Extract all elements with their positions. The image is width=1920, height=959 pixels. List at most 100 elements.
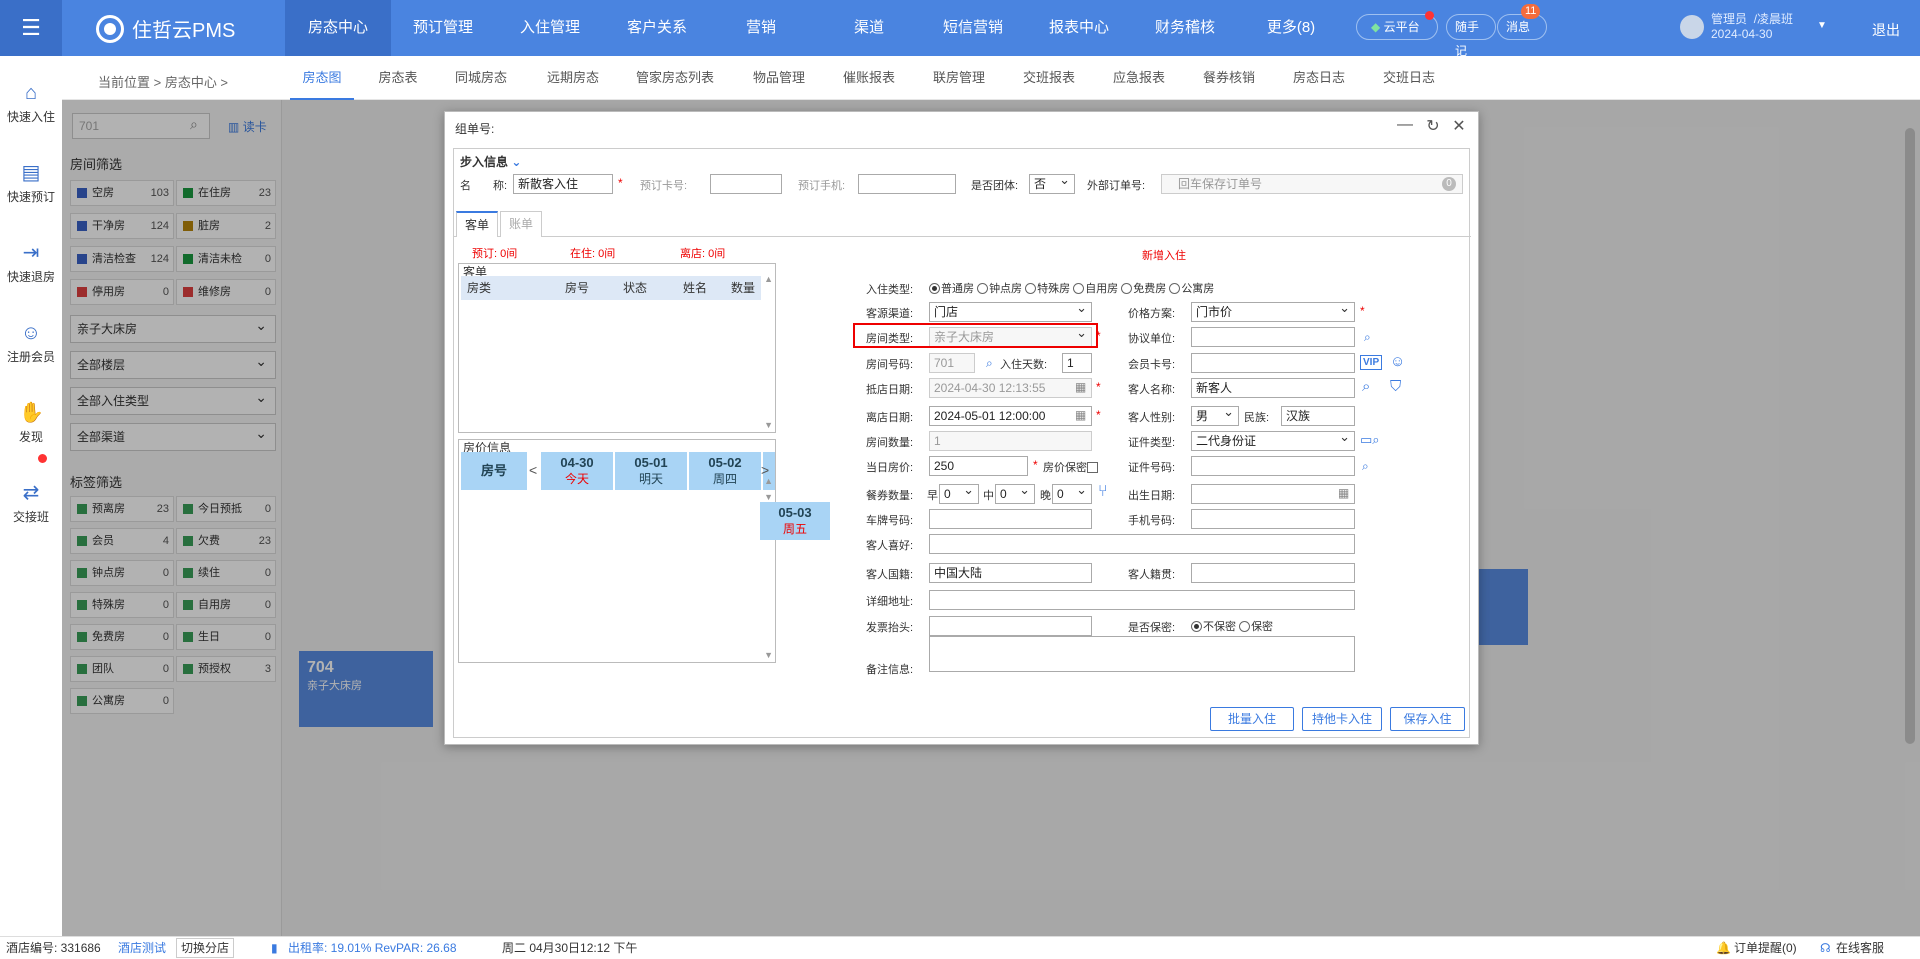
ext-order-input[interactable]: 回车保存订单号 [1161, 174, 1463, 194]
id-scan-icon[interactable]: ▭⌕ [1360, 432, 1380, 448]
avatar[interactable] [1680, 15, 1704, 39]
calendar-icon[interactable]: ▦ [1338, 486, 1349, 500]
room-count-input[interactable]: 1 [929, 431, 1092, 451]
id-no-input[interactable] [1191, 456, 1355, 476]
radio-apartment[interactable]: 公寓房 [1169, 283, 1214, 295]
name-input[interactable]: 新散客入住 [513, 174, 613, 194]
tab-city-rooms[interactable]: 同城房态 [446, 56, 516, 100]
nav-more[interactable]: 更多(8) [1246, 0, 1336, 56]
price-input[interactable]: 250 [929, 456, 1028, 476]
agreement-input[interactable] [1191, 327, 1355, 347]
tab-room-map[interactable]: 房态图 [290, 56, 354, 100]
radio-not-secret[interactable]: 不保密 [1191, 621, 1236, 633]
radio-normal[interactable]: 普通房 [929, 283, 974, 295]
phone-input[interactable] [858, 174, 956, 194]
tab-guest-bill[interactable]: 客单 [456, 211, 499, 237]
native-input[interactable] [1191, 563, 1355, 583]
menu-toggle-icon[interactable]: ☰ [0, 0, 62, 56]
order-alert-link[interactable]: 订单提醒(0) [1734, 937, 1797, 959]
price-plan-select[interactable]: 门市价 [1191, 302, 1355, 322]
arrive-date-input[interactable]: 2024-04-30 12:13:55 [929, 378, 1092, 398]
tab-account-bill[interactable]: 账单 [500, 211, 543, 237]
calendar-icon[interactable]: ▦ [1075, 408, 1086, 422]
nav-sms[interactable]: 短信营销 [928, 0, 1018, 56]
chevron-down-icon[interactable]: ⌄ [511, 155, 521, 169]
scroll-down-icon[interactable]: ▼ [764, 492, 773, 502]
search-icon[interactable]: ⌕ [1362, 378, 1370, 395]
vip-icon[interactable]: VIP [1360, 355, 1383, 370]
tab-emergency-report[interactable]: 应急报表 [1104, 56, 1174, 100]
tab-shift-log[interactable]: 交班日志 [1374, 56, 1444, 100]
breakfast-select[interactable]: 0 [939, 484, 979, 504]
plate-input[interactable] [929, 509, 1092, 529]
minimize-icon[interactable]: — [1395, 116, 1415, 134]
scroll-down-icon[interactable]: ▼ [764, 650, 773, 660]
sidebar-shift-handover[interactable]: ⇄ 交接班 [0, 482, 62, 525]
chevron-down-icon[interactable]: ▼ [1817, 20, 1827, 31]
search-icon[interactable]: ⌕ [1362, 459, 1369, 474]
radio-self-use[interactable]: 自用房 [1073, 283, 1118, 295]
lunch-select[interactable]: 0 [995, 484, 1035, 504]
scroll-up-icon[interactable]: ▲ [764, 476, 773, 486]
nav-finance[interactable]: 财务稽核 [1140, 0, 1230, 56]
price-secret-checkbox[interactable]: 房价保密 [1043, 459, 1098, 475]
radio-hourly[interactable]: 钟点房 [977, 283, 1022, 295]
close-icon[interactable]: ✕ [1449, 116, 1469, 136]
guest-name-input[interactable]: 新客人 [1191, 378, 1355, 398]
shield-icon[interactable]: ⛉ [1390, 378, 1401, 395]
chevron-left-icon[interactable]: < [529, 462, 537, 478]
user-info[interactable]: 管理员 /凌晨班 2024-04-30 [1711, 12, 1793, 42]
gender-select[interactable]: 男 [1191, 406, 1239, 426]
messages-button[interactable]: 消息 [1497, 14, 1547, 40]
nav-marketing[interactable]: 营销 [716, 0, 806, 56]
nav-checkin[interactable]: 入住管理 [505, 0, 595, 56]
card-no-input[interactable] [710, 174, 782, 194]
member-card-input[interactable] [1191, 353, 1355, 373]
nav-reservation[interactable]: 预订管理 [398, 0, 488, 56]
save-checkin-button[interactable]: 保存入住 [1390, 707, 1465, 731]
cutlery-icon[interactable]: ⑂ [1098, 483, 1108, 501]
scroll-down-icon[interactable]: ▼ [764, 420, 773, 430]
tab-room-table[interactable]: 房态表 [370, 56, 426, 100]
leave-date-input[interactable]: 2024-05-01 12:00:00 [929, 406, 1092, 426]
group-select[interactable]: 否 [1029, 174, 1075, 194]
tab-meal-voucher[interactable]: 餐券核销 [1194, 56, 1264, 100]
address-input[interactable] [929, 590, 1355, 610]
nav-reports[interactable]: 报表中心 [1034, 0, 1124, 56]
radio-free[interactable]: 免费房 [1121, 283, 1166, 295]
sidebar-discover[interactable]: ✋ 发现 [0, 402, 62, 445]
mobile-input[interactable] [1191, 509, 1355, 529]
switch-branch-button[interactable]: 切换分店 [176, 938, 235, 958]
sidebar-quick-reserve[interactable]: ▤ 快速预订 [0, 162, 62, 205]
nav-crm[interactable]: 客户关系 [612, 0, 702, 56]
tab-shift-report[interactable]: 交班报表 [1014, 56, 1084, 100]
country-input[interactable]: 中国大陆 [929, 563, 1092, 583]
tab-linked-rooms[interactable]: 联房管理 [924, 56, 994, 100]
sidebar-quick-checkin[interactable]: ⌂ 快速入住 [0, 82, 62, 125]
radio-special[interactable]: 特殊房 [1025, 283, 1070, 295]
logout-link[interactable]: 退出 [1872, 20, 1900, 40]
nation-input[interactable]: 汉族 [1281, 406, 1355, 426]
source-select[interactable]: 门店 [929, 302, 1092, 322]
id-type-select[interactable]: 二代身份证 [1191, 431, 1355, 451]
notes-button[interactable]: 随手记 [1446, 14, 1496, 58]
sidebar-register-member[interactable]: ☺ 注册会员 [0, 322, 62, 365]
search-icon[interactable]: ⌕ [1364, 330, 1371, 345]
invoice-input[interactable] [929, 616, 1092, 636]
hotel-name-link[interactable]: 酒店测试 [118, 937, 166, 959]
sidebar-quick-checkout[interactable]: ⇥ 快速退房 [0, 242, 62, 285]
user-add-icon[interactable]: ☺ [1390, 353, 1405, 370]
remark-textarea[interactable] [929, 636, 1355, 672]
search-icon[interactable]: ⌕ [986, 356, 993, 371]
batch-checkin-button[interactable]: 批量入住 [1210, 707, 1294, 731]
preference-input[interactable] [929, 534, 1355, 554]
calendar-icon[interactable]: ▦ [1075, 380, 1086, 394]
refresh-icon[interactable]: ↻ [1423, 116, 1443, 136]
room-no-input[interactable]: 701 [929, 353, 975, 373]
other-card-checkin-button[interactable]: 持他卡入住 [1302, 707, 1382, 731]
tab-room-log[interactable]: 房态日志 [1284, 56, 1354, 100]
birth-date-input[interactable] [1191, 484, 1355, 504]
dinner-select[interactable]: 0 [1052, 484, 1092, 504]
scroll-up-icon[interactable]: ▲ [764, 274, 773, 284]
nav-room-center[interactable]: 房态中心 [285, 0, 391, 56]
